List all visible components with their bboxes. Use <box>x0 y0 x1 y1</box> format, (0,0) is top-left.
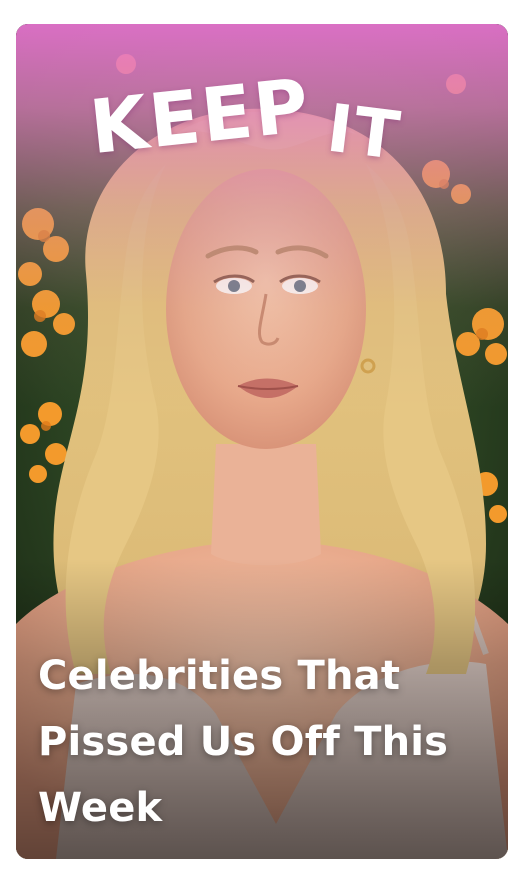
page: KEEP IT Celebrities That Pissed Us Off T… <box>0 0 524 875</box>
tag-word-it: IT <box>322 89 406 175</box>
article-title[interactable]: Celebrities That Pissed Us Off This Week <box>38 643 490 841</box>
article-card[interactable]: KEEP IT Celebrities That Pissed Us Off T… <box>16 24 508 859</box>
tag-word-keep: KEEP <box>85 62 315 172</box>
card-tag: KEEP IT <box>86 62 405 175</box>
